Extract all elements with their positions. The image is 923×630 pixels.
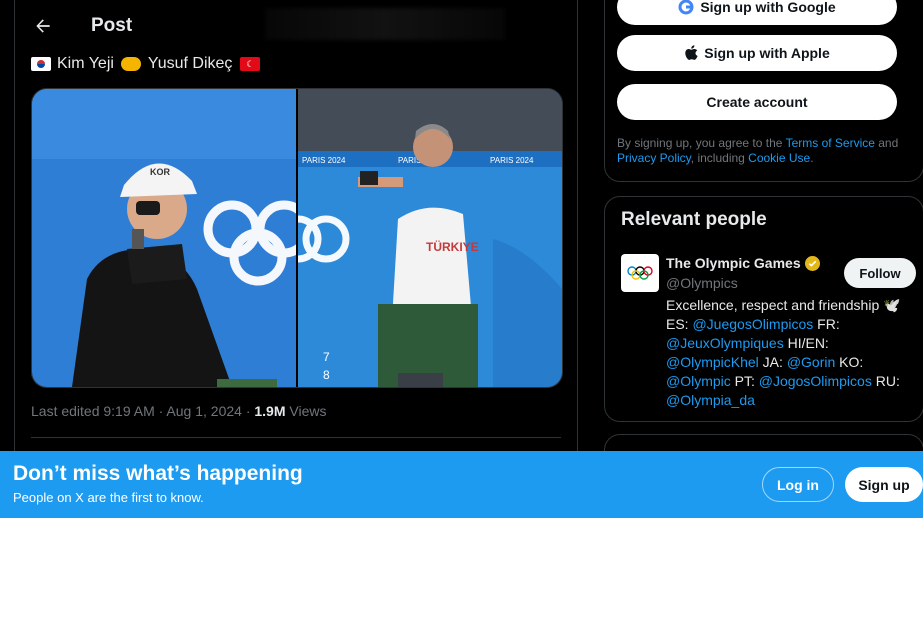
cap-badge: KOR xyxy=(150,167,171,177)
bio-mention-link[interactable]: @JuegosOlimpicos xyxy=(692,316,813,332)
apple-signup-button[interactable]: Sign up with Apple xyxy=(617,35,897,71)
account-handle[interactable]: @Olympics xyxy=(666,275,738,291)
athlete-name-left: Kim Yeji xyxy=(57,55,114,72)
bio-text: Excellence, respect and friendship 🕊️ xyxy=(666,297,901,313)
google-signup-button[interactable]: Sign up with Google xyxy=(617,0,897,25)
page-title: Post xyxy=(91,15,133,36)
post-media[interactable]: KOR PARIS 2024 PARIS 2024 PARIS 2024 xyxy=(31,88,563,388)
app-window: Post Kim Yeji Yusuf Dikeç ☾ KOR PARIS 20… xyxy=(0,0,923,518)
create-account-button[interactable]: Create account xyxy=(617,84,897,120)
bio-text: JA: xyxy=(758,354,787,370)
apple-signup-label: Sign up with Apple xyxy=(704,45,830,61)
account-name[interactable]: The Olympic Games xyxy=(666,255,820,271)
create-account-label: Create account xyxy=(706,94,808,110)
signup-button[interactable]: Sign up xyxy=(845,467,923,502)
google-icon xyxy=(678,0,694,15)
olympic-rings-icon xyxy=(627,266,653,280)
terms-including: , including xyxy=(690,151,749,165)
relevant-people-title: Relevant people xyxy=(621,209,767,230)
post-timestamp[interactable]: Last edited 9:19 AM · Aug 1, 2024 · xyxy=(31,403,254,419)
right-sidebar: Sign up with Google Sign up with Apple C… xyxy=(604,0,923,518)
handshake-icon xyxy=(120,57,141,71)
lane-number: 8 xyxy=(323,368,330,382)
photo-yusuf-dikec[interactable]: PARIS 2024 PARIS 2024 PARIS 2024 TÜRKIYE… xyxy=(298,89,562,387)
follow-button[interactable]: Follow xyxy=(844,258,916,288)
terms-of-service-link[interactable]: Terms of Service xyxy=(786,136,875,150)
shirt-text: TÜRKIYE xyxy=(426,239,479,254)
terms-and: and xyxy=(874,136,899,150)
cookie-use-link[interactable]: Cookie Use xyxy=(748,151,810,165)
bio-mention-link[interactable]: @JeuxOlympiques xyxy=(666,335,784,351)
bio-mention-link[interactable]: @Olympic xyxy=(666,373,731,389)
banner-title: Don’t miss what’s happening xyxy=(13,462,303,485)
bio-text: ES: xyxy=(666,316,693,332)
bio-mention-link[interactable]: @OlympicKhel xyxy=(666,354,759,370)
relevant-people-card: Relevant people The Olympic Games @Olymp… xyxy=(604,196,923,422)
terms-prefix: By signing up, you agree to the xyxy=(617,136,786,150)
verified-badge-icon xyxy=(804,255,820,271)
login-button[interactable]: Log in xyxy=(762,467,834,502)
apple-icon xyxy=(685,45,698,60)
bio-mention-link[interactable]: @Gorin xyxy=(787,354,835,370)
turkey-flag-icon: ☾ xyxy=(240,57,261,71)
views-count: 1.9M xyxy=(254,403,286,419)
post-text: Kim Yeji Yusuf Dikeç ☾ xyxy=(31,55,261,73)
signup-card: Sign up with Google Sign up with Apple C… xyxy=(604,0,923,182)
back-button[interactable] xyxy=(25,8,61,44)
athlete-name-right: Yusuf Dikeç xyxy=(147,55,233,72)
paris-banner: PARIS 2024 xyxy=(490,156,534,165)
main-column: Post Kim Yeji Yusuf Dikeç ☾ KOR PARIS 20… xyxy=(14,0,578,518)
bio-mention-link[interactable]: @Olympia_da xyxy=(666,392,755,408)
south-korea-flag-icon xyxy=(31,57,51,71)
account-bio: Excellence, respect and friendship 🕊️ ES:… xyxy=(666,296,916,410)
lane-number: 7 xyxy=(323,350,330,364)
bio-mention-link[interactable]: @JogosOlimpicos xyxy=(759,373,872,389)
privacy-policy-link[interactable]: Privacy Policy xyxy=(617,151,691,165)
post-header: Post xyxy=(15,0,577,52)
bio-text: KO: xyxy=(835,354,864,370)
paris-banner: PARIS 2024 xyxy=(302,156,346,165)
banner-subtitle: People on X are the first to know. xyxy=(13,490,204,505)
bio-text: HI/EN: xyxy=(783,335,829,351)
header-blur-overlay xyxy=(265,8,505,40)
divider xyxy=(31,437,561,438)
bio-text: RU: xyxy=(871,373,900,389)
photo-kim-yeji[interactable]: KOR xyxy=(32,89,296,387)
terms-end: . xyxy=(810,151,814,165)
bio-text: PT: xyxy=(730,373,759,389)
views-label: Views xyxy=(285,403,327,419)
bio-text: FR: xyxy=(813,316,840,332)
arrow-left-icon xyxy=(36,19,50,33)
post-meta: Last edited 9:19 AM · Aug 1, 2024 · 1.9M… xyxy=(31,403,326,419)
google-signup-label: Sign up with Google xyxy=(700,0,836,15)
avatar[interactable] xyxy=(621,254,659,292)
account-display-name: The Olympic Games xyxy=(666,255,801,271)
bottom-banner: Don’t miss what’s happening People on X … xyxy=(0,451,923,518)
signup-terms: By signing up, you agree to the Terms of… xyxy=(617,136,913,166)
